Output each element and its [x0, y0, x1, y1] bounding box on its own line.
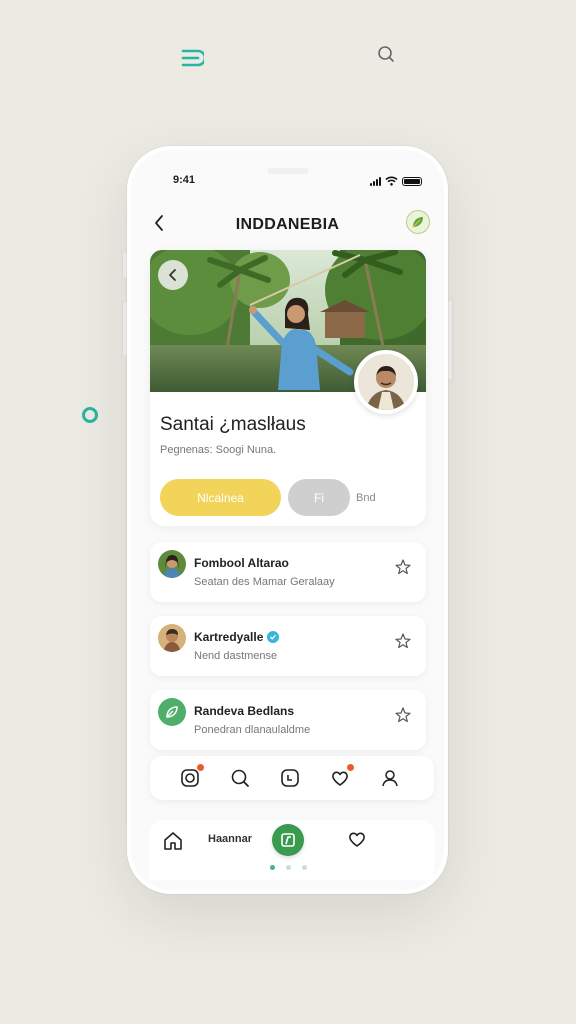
app-header: INDDANEBIA: [127, 210, 448, 238]
list-item-title: Fombool Altarao: [194, 556, 289, 570]
page-dot[interactable]: [286, 865, 291, 870]
bottom-navigation: Haannar: [150, 820, 434, 880]
chat-icon[interactable]: [278, 766, 302, 790]
phone-frame: 9:41 INDDANEBIA Santai ¿maslłaus Pegnena…: [127, 146, 448, 894]
heart-icon[interactable]: [346, 828, 368, 850]
avatar: [158, 550, 186, 578]
nav-label[interactable]: Haannar: [208, 833, 252, 845]
page-dot-active[interactable]: [270, 865, 275, 870]
avatar: [158, 624, 186, 652]
instagram-icon[interactable]: [178, 764, 204, 790]
list-item[interactable]: Fombool Altarao Seatan des Mamar Geralaa…: [150, 542, 426, 602]
list-item-subtitle: Seatan des Mamar Geralaay: [194, 576, 335, 588]
search-icon[interactable]: [228, 766, 252, 790]
star-icon[interactable]: [394, 632, 412, 650]
page-title: INDDANEBIA: [235, 216, 340, 233]
avatar: [158, 698, 186, 726]
secondary-button[interactable]: Fi: [288, 479, 350, 516]
battery-icon: [402, 176, 422, 186]
search-icon[interactable]: [375, 43, 397, 65]
signal-icon: [370, 176, 381, 186]
page-dot[interactable]: [302, 865, 307, 870]
star-icon[interactable]: [394, 706, 412, 724]
list-item-subtitle: Nend dastmense: [194, 650, 278, 662]
page-indicator: [270, 865, 307, 870]
home-icon[interactable]: [162, 830, 184, 852]
list-item[interactable]: Kartredyalle Nend dastmense: [150, 616, 426, 676]
list-item-subtitle: Ponedran dlanaulaldme: [194, 724, 311, 736]
verified-icon: [267, 631, 280, 643]
star-icon[interactable]: [394, 558, 412, 576]
hero-back-button[interactable]: [158, 260, 188, 290]
notification-dot: [197, 764, 204, 771]
ring-decoration-icon: [82, 407, 98, 423]
hero-card[interactable]: Santai ¿maslłaus Pegnenas: Soogi Nuna. N…: [150, 250, 426, 526]
leaf-badge-icon[interactable]: [406, 210, 430, 234]
status-time: 9:41: [173, 174, 196, 186]
list-item-title: Randeva Bedlans: [194, 704, 295, 718]
menu-icon[interactable]: [180, 47, 204, 69]
list-item-title: Kartredyalle: [194, 630, 280, 644]
hero-name: Santai ¿maslłaus: [160, 414, 306, 435]
system-icons: [370, 176, 422, 186]
hero-subtitle: Pegnenas: Soogi Nuna.: [160, 444, 277, 456]
list-item[interactable]: Randeva Bedlans Ponedran dlanaulaldme: [150, 690, 426, 750]
avatar[interactable]: [354, 350, 418, 414]
status-bar: 9:41: [127, 174, 448, 190]
phone-side-button: [448, 300, 452, 380]
tab-bar: [150, 756, 434, 800]
heart-icon[interactable]: [328, 764, 354, 790]
notification-dot: [347, 764, 354, 771]
secondary-text-link[interactable]: Bnd: [356, 492, 376, 504]
primary-button[interactable]: Nlcalnea: [160, 479, 281, 516]
main-action-button[interactable]: [272, 824, 304, 856]
wifi-icon: [385, 176, 398, 186]
profile-icon[interactable]: [378, 766, 402, 790]
